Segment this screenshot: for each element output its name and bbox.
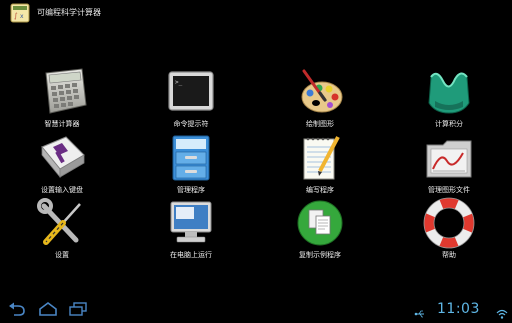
launcher-item-label: 设置输入键盘: [41, 186, 83, 194]
launcher-item-label: 智慧计算器: [44, 120, 80, 128]
launcher-item-help[interactable]: 帮助: [389, 197, 509, 260]
launcher-item-draw-graph[interactable]: 绘制图形: [260, 67, 380, 129]
copy-documents-icon: [293, 198, 347, 248]
title-bar: ∫ x 可编程科学计算器: [0, 0, 512, 28]
svg-text:∫: ∫: [14, 12, 18, 20]
launcher-item-manage-programs[interactable]: 管理程序: [131, 133, 251, 195]
graph-folder-icon: [422, 133, 476, 183]
launcher-item-label: 在电脑上运行: [170, 251, 212, 259]
calculator-icon: [35, 67, 89, 117]
svg-text:x: x: [20, 13, 24, 20]
wifi-icon: [496, 304, 508, 323]
launcher-item-label: 复制示例程序: [299, 251, 341, 259]
recent-apps-icon[interactable]: [68, 301, 88, 320]
terminal-icon: >_: [164, 67, 218, 117]
clock: 11:03: [437, 301, 480, 317]
launcher-item-compute-integral[interactable]: 计算积分: [389, 67, 509, 129]
paint-palette-icon: [293, 67, 347, 117]
launcher-item-write-program[interactable]: 编写程序: [260, 133, 380, 195]
launcher-item-label: 帮助: [442, 251, 456, 259]
usb-icon: [414, 304, 426, 323]
launcher-item-label: 管理程序: [177, 186, 205, 194]
launcher-item-label: 设置: [55, 251, 69, 259]
launcher-item-label: 计算积分: [435, 120, 463, 128]
launcher-item-label: 命令提示符: [173, 120, 209, 128]
launcher-item-label: 管理图形文件: [428, 186, 470, 194]
launcher-item-run-on-pc[interactable]: 在电脑上运行: [131, 198, 251, 260]
file-cabinet-icon: [164, 133, 218, 183]
launcher-item-settings[interactable]: 设置: [2, 198, 122, 260]
computer-icon: [164, 198, 218, 248]
home-icon[interactable]: [38, 301, 58, 320]
keyboard-key-icon: [35, 133, 89, 183]
launcher-item-keyboard-settings[interactable]: 设置输入键盘: [2, 133, 122, 195]
launcher-item-label: 绘制图形: [306, 120, 334, 128]
app-title: 可编程科学计算器: [37, 8, 101, 17]
lifebuoy-icon: [422, 197, 476, 249]
system-navigation-bar: [0, 296, 512, 320]
notepad-pencil-icon: [293, 133, 347, 183]
launcher-item-copy-sample-programs[interactable]: 复制示例程序: [260, 198, 380, 260]
integral-shape-icon: [422, 67, 476, 117]
wrench-screwdriver-icon: [35, 198, 89, 248]
app-calculator-icon: ∫ x: [10, 3, 30, 23]
launcher-item-manage-graph-files[interactable]: 管理图形文件: [389, 133, 509, 195]
launcher-item-label: 编写程序: [306, 186, 334, 194]
back-icon[interactable]: [8, 301, 28, 320]
launcher-item-smart-calculator[interactable]: 智慧计算器: [2, 67, 122, 129]
launcher-item-command-prompt[interactable]: >_ 命令提示符: [131, 67, 251, 129]
svg-text:>_: >_: [175, 79, 183, 86]
